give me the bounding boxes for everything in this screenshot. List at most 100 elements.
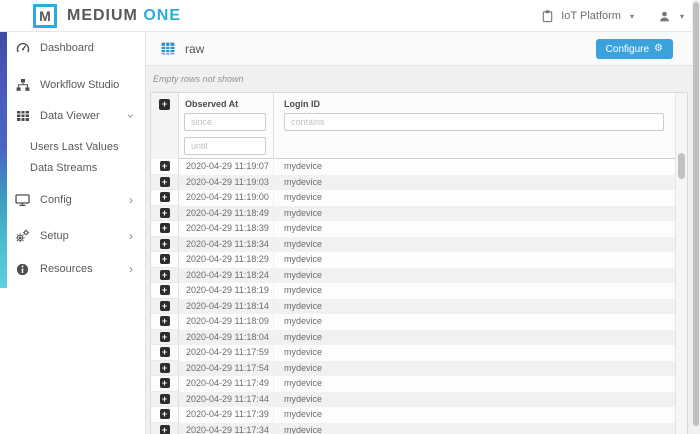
- table-row: + 2020-04-29 11:18:29 mydevice: [151, 252, 676, 268]
- sidebar-item-label: Data Viewer: [40, 110, 100, 122]
- observed-at-cell: 2020-04-29 11:19:07: [179, 159, 274, 175]
- workspace-caret-icon[interactable]: ▾: [630, 12, 634, 21]
- user-icon[interactable]: [658, 10, 671, 23]
- expand-cell: +: [151, 283, 179, 299]
- table-row: + 2020-04-29 11:19:03 mydevice: [151, 175, 676, 191]
- expand-cell: +: [151, 221, 179, 237]
- expand-row-button[interactable]: +: [160, 192, 170, 202]
- expand-row-button[interactable]: +: [160, 254, 170, 264]
- expand-all-button[interactable]: +: [159, 99, 170, 110]
- table-row: + 2020-04-29 11:17:39 mydevice: [151, 407, 676, 423]
- expand-row-button[interactable]: +: [160, 208, 170, 218]
- observed-at-cell: 2020-04-29 11:18:09: [179, 314, 274, 330]
- sidebar-item-label: Users Last Values: [30, 141, 118, 153]
- filter-contains-input[interactable]: [284, 113, 664, 131]
- table-row: + 2020-04-29 11:18:49 mydevice: [151, 206, 676, 222]
- expand-row-button[interactable]: +: [160, 301, 170, 311]
- sidebar-item-label: Data Streams: [30, 162, 97, 174]
- table-scrollbar[interactable]: [675, 93, 687, 434]
- table-row: + 2020-04-29 11:17:44 mydevice: [151, 392, 676, 408]
- expand-cell: +: [151, 299, 179, 315]
- login-id-cell: mydevice: [274, 376, 676, 392]
- monitor-icon: [15, 193, 30, 207]
- observed-at-cell: 2020-04-29 11:17:49: [179, 376, 274, 392]
- expand-row-button[interactable]: +: [160, 425, 170, 434]
- table-row: + 2020-04-29 11:17:49 mydevice: [151, 376, 676, 392]
- configure-button[interactable]: Configure ⚙: [596, 39, 673, 59]
- expand-row-button[interactable]: +: [160, 270, 170, 280]
- sidebar-item-label: Workflow Studio: [40, 79, 119, 91]
- expand-cell: +: [151, 330, 179, 346]
- table-grid-icon: [160, 41, 176, 56]
- observed-at-cell: 2020-04-29 11:17:59: [179, 345, 274, 361]
- sidebar-item-data-viewer[interactable]: Data Viewer ›: [0, 106, 146, 126]
- sidebar-item-label: Config: [40, 194, 72, 206]
- expand-row-button[interactable]: +: [160, 363, 170, 373]
- window-scrollbar-thumb[interactable]: [693, 2, 699, 426]
- expand-row-button[interactable]: +: [160, 285, 170, 295]
- login-id-cell: mydevice: [274, 361, 676, 377]
- observed-at-cell: 2020-04-29 11:18:19: [179, 283, 274, 299]
- dashboard-icon: [15, 41, 30, 55]
- workspace-selector[interactable]: IoT Platform: [561, 10, 621, 22]
- observed-at-cell: 2020-04-29 11:18:49: [179, 206, 274, 222]
- expand-row-button[interactable]: +: [160, 177, 170, 187]
- sidebar-item-setup[interactable]: Setup ›: [0, 226, 146, 246]
- expand-row-button[interactable]: +: [160, 347, 170, 357]
- user-menu-caret-icon[interactable]: ▾: [680, 12, 684, 21]
- expand-row-button[interactable]: +: [160, 409, 170, 419]
- sidebar-item-resources[interactable]: Resources ›: [0, 259, 146, 279]
- expand-cell: +: [151, 190, 179, 206]
- chevron-down-icon: ›: [126, 114, 136, 118]
- workflow-icon: [15, 78, 30, 92]
- expand-cell: +: [151, 407, 179, 423]
- expand-cell: +: [151, 376, 179, 392]
- expand-row-button[interactable]: +: [160, 223, 170, 233]
- sidebar-item-workflow-studio[interactable]: Workflow Studio: [0, 75, 146, 95]
- empty-rows-note: Empty rows not shown: [153, 74, 244, 84]
- brand-name-primary: MEDIUM: [67, 7, 138, 24]
- expand-cell: +: [151, 268, 179, 284]
- observed-at-cell: 2020-04-29 11:17:34: [179, 423, 274, 434]
- filter-since-input[interactable]: [184, 113, 266, 131]
- login-id-cell: mydevice: [274, 283, 676, 299]
- sidebar: Dashboard Workflow Studio Data Viewer › …: [0, 32, 146, 434]
- sidebar-item-data-streams[interactable]: Data Streams: [0, 158, 146, 178]
- login-id-cell: mydevice: [274, 190, 676, 206]
- table-row: + 2020-04-29 11:17:34 mydevice: [151, 423, 676, 434]
- expand-row-button[interactable]: +: [160, 378, 170, 388]
- gears-icon: [15, 229, 30, 243]
- app-header: M MEDIUM ONE IoT Platform ▾ ▾: [0, 0, 700, 32]
- expand-row-button[interactable]: +: [160, 239, 170, 249]
- filter-until-input[interactable]: [184, 137, 266, 155]
- login-id-cell: mydevice: [274, 159, 676, 175]
- expand-row-button[interactable]: +: [160, 161, 170, 171]
- expand-row-button[interactable]: +: [160, 394, 170, 404]
- sidebar-item-label: Dashboard: [40, 42, 94, 54]
- table-scrollbar-thumb[interactable]: [678, 153, 685, 179]
- sidebar-item-config[interactable]: Config ›: [0, 190, 146, 210]
- main-content: raw Configure ⚙ Empty rows not shown + O…: [146, 32, 692, 434]
- info-icon: [15, 263, 30, 276]
- login-id-cell: mydevice: [274, 314, 676, 330]
- expand-cell: +: [151, 175, 179, 191]
- expand-row-button[interactable]: +: [160, 332, 170, 342]
- column-header-login-id: Login ID: [284, 99, 320, 109]
- sidebar-item-dashboard[interactable]: Dashboard: [0, 38, 146, 58]
- table-row: + 2020-04-29 11:18:04 mydevice: [151, 330, 676, 346]
- brand-mark-icon: M: [33, 4, 57, 28]
- sidebar-item-users-last-values[interactable]: Users Last Values: [0, 137, 146, 157]
- table-body: + 2020-04-29 11:19:07 mydevice + 2020-04…: [151, 159, 676, 434]
- expand-all-cell: +: [151, 93, 179, 159]
- configure-button-label: Configure: [606, 44, 649, 55]
- expand-row-button[interactable]: +: [160, 316, 170, 326]
- table-row: + 2020-04-29 11:18:09 mydevice: [151, 314, 676, 330]
- content-toolbar: raw Configure ⚙: [146, 32, 692, 66]
- expand-cell: +: [151, 423, 179, 434]
- window-scrollbar[interactable]: [692, 0, 700, 434]
- login-id-cell: mydevice: [274, 237, 676, 253]
- table-icon: [15, 109, 30, 123]
- brand-name-accent: ONE: [143, 7, 181, 24]
- brand-logo[interactable]: M MEDIUM ONE: [33, 4, 181, 28]
- table-row: + 2020-04-29 11:19:07 mydevice: [151, 159, 676, 175]
